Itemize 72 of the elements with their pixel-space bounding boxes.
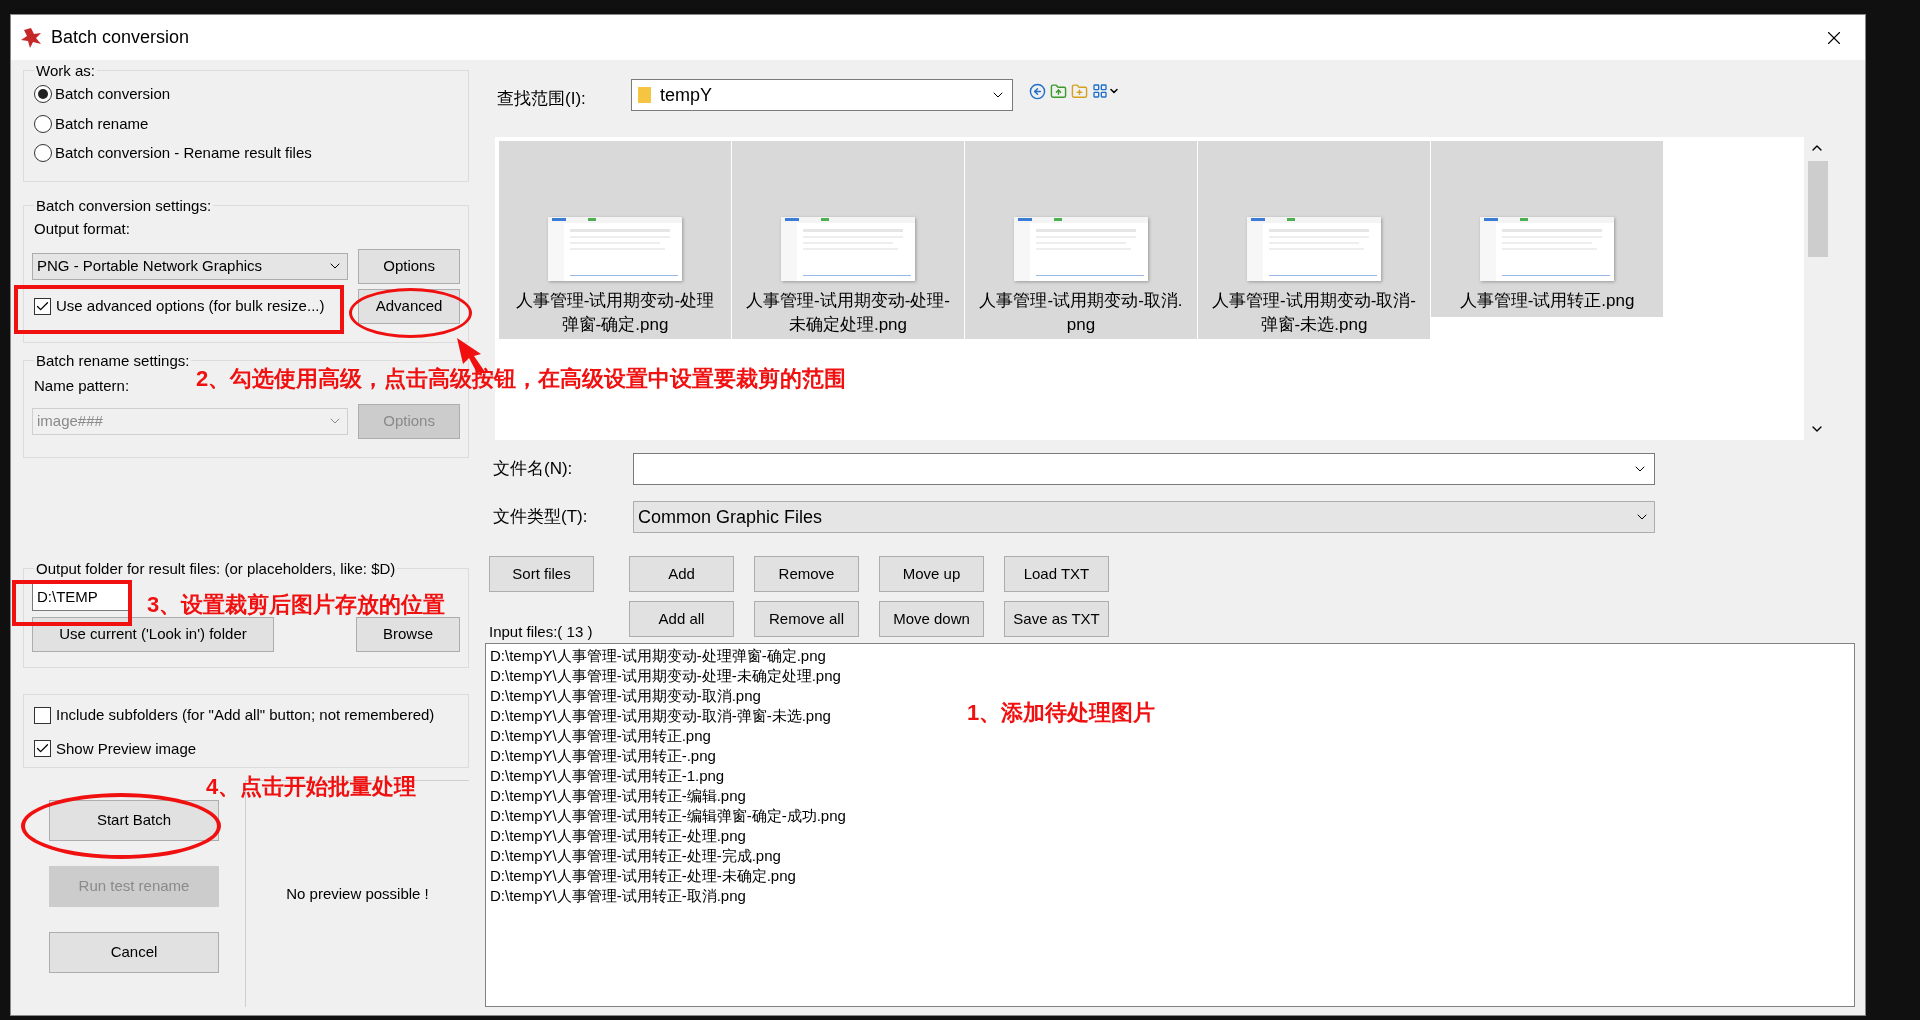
window-title: Batch conversion — [51, 26, 190, 49]
list-button[interactable]: Move down — [879, 601, 984, 637]
field-label: Name pattern: — [34, 376, 130, 396]
browse-button[interactable]: Browse — [356, 617, 460, 652]
thumbnail-caption: 人事管理-试用期变动-取消- 弹窗-未选.png — [1212, 290, 1416, 336]
radio-button[interactable] — [34, 85, 52, 104]
options-button[interactable]: Options — [358, 248, 460, 284]
file-path[interactable]: D:\tempY\人事管理-试用转正-处理-完成.png — [490, 846, 781, 866]
checkbox[interactable] — [34, 706, 51, 724]
scroll-thumb[interactable] — [1808, 161, 1828, 257]
thumbnail-tile[interactable]: 人事管理-试用期变动-取消- 弹窗-未选.png — [1198, 141, 1430, 339]
list-button[interactable]: Add all — [629, 601, 734, 637]
file-path[interactable]: D:\tempY\人事管理-试用转正-取消.png — [490, 886, 746, 906]
checkbox-label: Use advanced options (for bulk resize...) — [56, 295, 325, 316]
input-files-list[interactable] — [485, 643, 1855, 1007]
thumbnail-caption: 人事管理-试用期变动-处理 弹窗-确定.png — [515, 290, 715, 336]
thumbnail-caption: 人事管理-试用期变动-取消. png — [979, 290, 1183, 336]
action-button[interactable]: Cancel — [49, 932, 219, 973]
preview-message: No preview possible ! — [286, 883, 429, 904]
list-button[interactable]: Remove — [754, 556, 859, 592]
file-type-label: 文件类型(T): — [492, 506, 589, 529]
thumbnail-tile[interactable]: 人事管理-试用转正.png — [1431, 141, 1663, 317]
file-path[interactable]: D:\tempY\人事管理-试用期变动-取消-弹窗-未选.png — [490, 706, 831, 726]
input-files-label: Input files:( 13 ) — [489, 621, 594, 642]
checkbox-label: Show Preview image — [56, 738, 197, 759]
annotation-text: 3、设置裁剪后图片存放的位置 — [147, 591, 446, 619]
radio-label: Batch rename — [55, 113, 149, 134]
file-path[interactable]: D:\tempY\人事管理-试用转正-编辑.png — [490, 786, 746, 806]
look-in-dropdown[interactable]: tempY — [631, 79, 1013, 111]
action-button[interactable]: Start Batch — [49, 800, 219, 841]
list-button[interactable]: Load TXT — [1004, 556, 1109, 592]
file-path[interactable]: D:\tempY\人事管理-试用转正.png — [490, 726, 711, 746]
thumbnail-tile[interactable]: 人事管理-试用期变动-处理 弹窗-确定.png — [499, 141, 731, 339]
field-label: Output format: — [34, 219, 131, 239]
file-name-field[interactable] — [633, 453, 1655, 485]
radio-button[interactable] — [34, 114, 52, 133]
thumbnail-caption: 人事管理-试用转正.png — [1459, 290, 1635, 312]
file-path[interactable]: D:\tempY\人事管理-试用期变动-处理-未确定处理.png — [490, 666, 841, 686]
annotation-text: 4、点击开始批量处理 — [206, 773, 417, 801]
list-button[interactable]: Save as TXT — [1004, 601, 1109, 637]
list-button[interactable]: Add — [629, 556, 734, 592]
file-path[interactable]: D:\tempY\人事管理-试用转正-处理-未确定.png — [490, 866, 796, 886]
file-path[interactable]: D:\tempY\人事管理-试用转正-.png — [490, 746, 716, 766]
app-icon — [19, 25, 43, 50]
back-icon[interactable] — [1029, 82, 1046, 100]
checkbox[interactable] — [34, 297, 51, 315]
radio-label: Batch conversion — [55, 84, 171, 104]
file-path[interactable]: D:\tempY\人事管理-试用转正-1.png — [490, 766, 725, 786]
file-name-label: 文件名(N): — [492, 458, 574, 481]
thumbnail-caption: 人事管理-试用期变动-处理- 未确定处理.png — [746, 290, 950, 336]
sort-files-button[interactable]: Sort files — [489, 556, 594, 592]
list-button[interactable]: Move up — [879, 556, 984, 592]
use-current-folder-button[interactable]: Use current ('Look in') folder — [32, 617, 274, 652]
folder-up-icon[interactable] — [1050, 82, 1067, 100]
file-path[interactable]: D:\tempY\人事管理-试用期变动-处理弹窗-确定.png — [490, 646, 826, 666]
list-button[interactable]: Remove all — [754, 601, 859, 637]
folder-icon — [638, 86, 652, 104]
advanced-button[interactable]: Advanced — [358, 288, 460, 324]
thumbnail-tile[interactable]: 人事管理-试用期变动-取消. png — [965, 141, 1197, 339]
checkbox[interactable] — [34, 740, 51, 758]
file-path[interactable]: D:\tempY\人事管理-试用期变动-取消.png — [490, 686, 761, 706]
file-path[interactable]: D:\tempY\人事管理-试用转正-处理.png — [490, 826, 746, 846]
format-dropdown[interactable]: PNG - Portable Network Graphics — [32, 252, 349, 280]
view-menu-icon[interactable] — [1092, 83, 1120, 99]
file-type-dropdown[interactable]: Common Graphic Files — [633, 501, 1655, 533]
annotation-text: 1、添加待处理图片 — [967, 699, 1156, 727]
file-path[interactable]: D:\tempY\人事管理-试用转正-编辑弹窗-确定-成功.png — [490, 806, 846, 826]
checkbox-label: Include subfolders (for "Add all" button; not remembered) — [56, 705, 435, 725]
radio-button[interactable] — [34, 144, 52, 163]
thumbnail-tile[interactable]: 人事管理-试用期变动-处理- 未确定处理.png — [732, 141, 964, 339]
radio-label: Batch conversion - Rename result files — [55, 143, 312, 163]
look-in-label: 查找范围(I): — [496, 88, 587, 111]
